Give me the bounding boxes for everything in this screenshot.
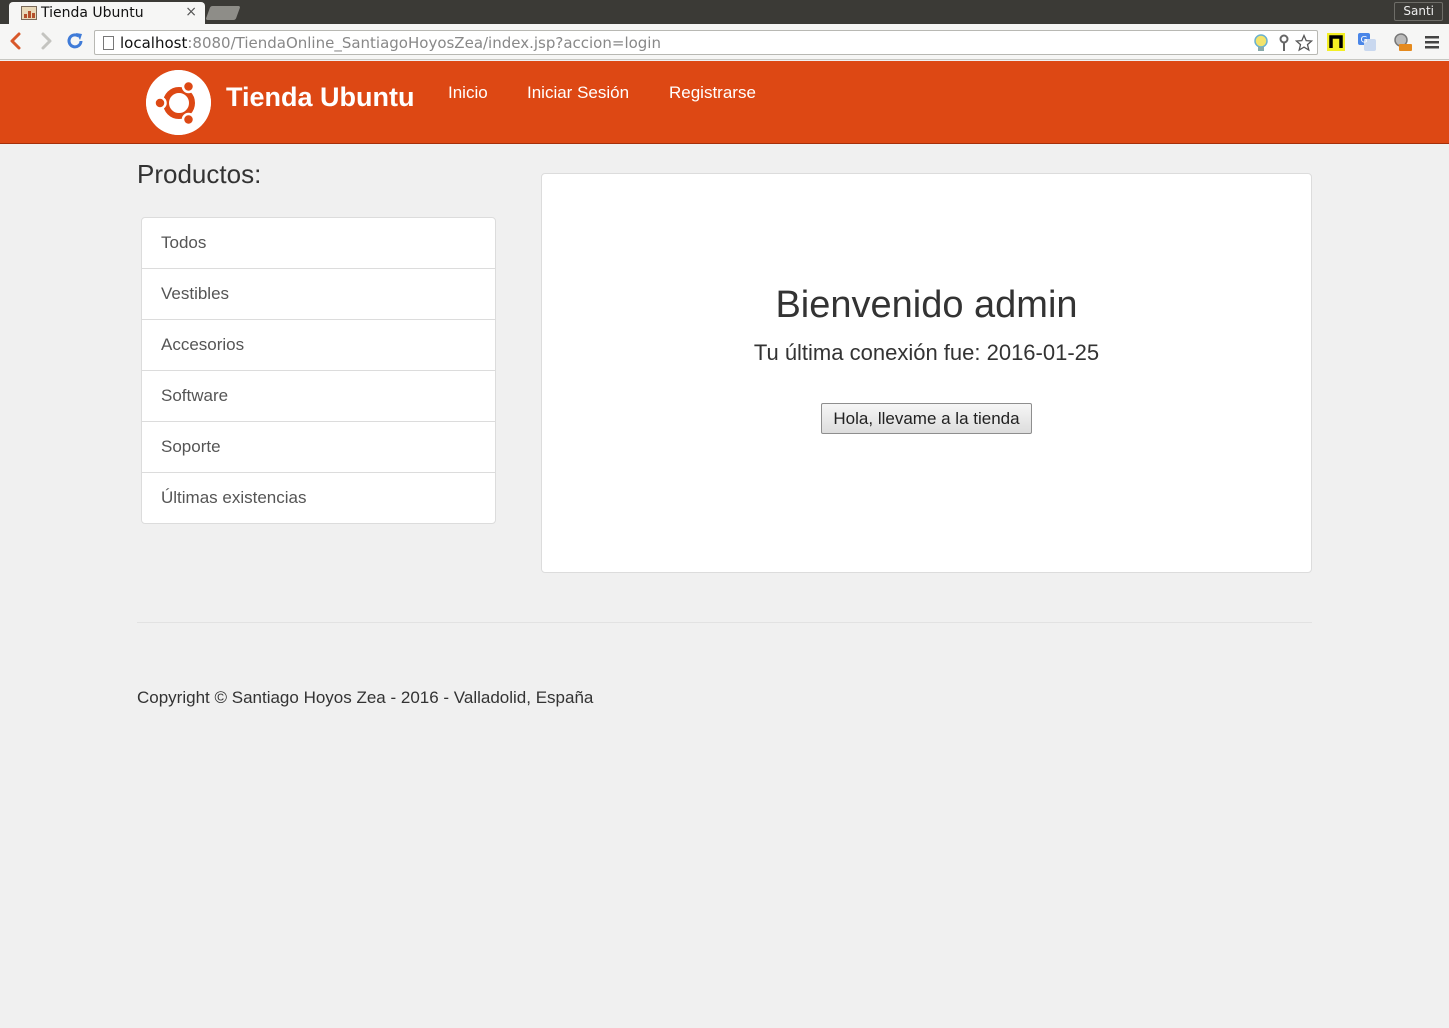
category-item-vestibles[interactable]: Vestibles: [142, 268, 495, 319]
reload-icon[interactable]: [64, 30, 86, 52]
ubuntu-logo-icon[interactable]: [146, 70, 211, 135]
forward-icon[interactable]: [35, 30, 57, 52]
translate-icon[interactable]: G: [1357, 32, 1377, 52]
browser-tabstrip: Tienda Ubuntu × Santi: [0, 0, 1449, 24]
tab-title: Tienda Ubuntu: [41, 5, 144, 21]
profile-button[interactable]: Santi: [1394, 2, 1443, 21]
brand-title[interactable]: Tienda Ubuntu: [226, 82, 415, 113]
site-navbar: Tienda Ubuntu Inicio Iniciar Sesión Regi…: [0, 61, 1449, 144]
nav-link-inicio[interactable]: Inicio: [448, 83, 488, 103]
url-text[interactable]: localhost:8080/TiendaOnline_SantiagoHoyo…: [120, 34, 661, 52]
nav-link-iniciar-sesion[interactable]: Iniciar Sesión: [527, 83, 629, 103]
back-icon[interactable]: [5, 30, 27, 52]
products-heading: Productos:: [137, 159, 262, 189]
new-tab-button[interactable]: [205, 6, 241, 20]
welcome-heading: Bienvenido admin: [775, 284, 1078, 326]
category-item-software[interactable]: Software: [142, 370, 495, 421]
browser-toolbar: localhost:8080/TiendaOnline_SantiagoHoyo…: [0, 24, 1449, 60]
page-icon: [103, 36, 114, 50]
browser-tab[interactable]: Tienda Ubuntu ×: [9, 2, 205, 24]
category-item-todos[interactable]: Todos: [142, 218, 495, 268]
category-item-accesorios[interactable]: Accesorios: [142, 319, 495, 370]
last-login-text: Tu última conexión fue: 2016-01-25: [753, 340, 1100, 365]
welcome-panel: Bienvenido admin Tu última conexión fue:…: [541, 173, 1312, 573]
lightbulb-icon[interactable]: [1252, 34, 1270, 52]
tab-close-icon[interactable]: ×: [185, 4, 197, 20]
footer-copyright: Copyright © Santiago Hoyos Zea - 2016 - …: [137, 688, 594, 707]
footer-divider: [137, 622, 1312, 623]
menu-icon[interactable]: [1423, 32, 1441, 52]
product-category-list: Todos Vestibles Accesorios Software Sopo…: [141, 217, 496, 524]
bookmark-star-icon[interactable]: [1295, 34, 1313, 52]
svg-text:G: G: [1361, 36, 1368, 46]
tab-favicon-icon: [21, 6, 37, 20]
nav-link-registrarse[interactable]: Registrarse: [669, 83, 756, 103]
address-bar[interactable]: localhost:8080/TiendaOnline_SantiagoHoyo…: [94, 30, 1318, 55]
go-to-store-button[interactable]: Hola, llevame a la tienda: [821, 403, 1032, 434]
category-item-ultimas-existencias[interactable]: Últimas existencias: [142, 472, 495, 523]
extension-gear-off-icon[interactable]: [1393, 32, 1413, 52]
category-item-soporte[interactable]: Soporte: [142, 421, 495, 472]
key-icon[interactable]: [1275, 34, 1293, 52]
extension-n-icon[interactable]: [1326, 32, 1346, 52]
